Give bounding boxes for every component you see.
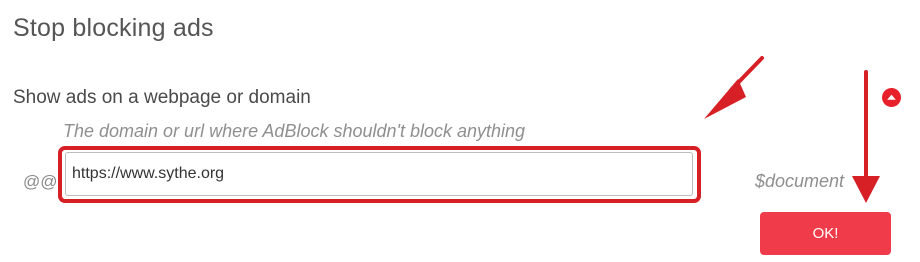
exclusion-dialog: { "dialog": { "title": "Stop blocking ad…	[0, 0, 920, 262]
domain-hint: The domain or url where AdBlock shouldn'…	[63, 121, 526, 141]
ok-button[interactable]: OK!	[760, 212, 891, 255]
filter-prefix: @@	[23, 172, 58, 191]
section-label: Show ads on a webpage or domain	[13, 87, 311, 108]
chevron-up-circle-icon[interactable]	[882, 88, 901, 107]
filter-suffix: $document	[755, 171, 845, 191]
arrow-to-input	[704, 56, 764, 119]
dialog-title: Stop blocking ads	[13, 14, 214, 42]
domain-url-input[interactable]	[65, 152, 693, 196]
arrow-to-ok-button	[852, 70, 880, 203]
